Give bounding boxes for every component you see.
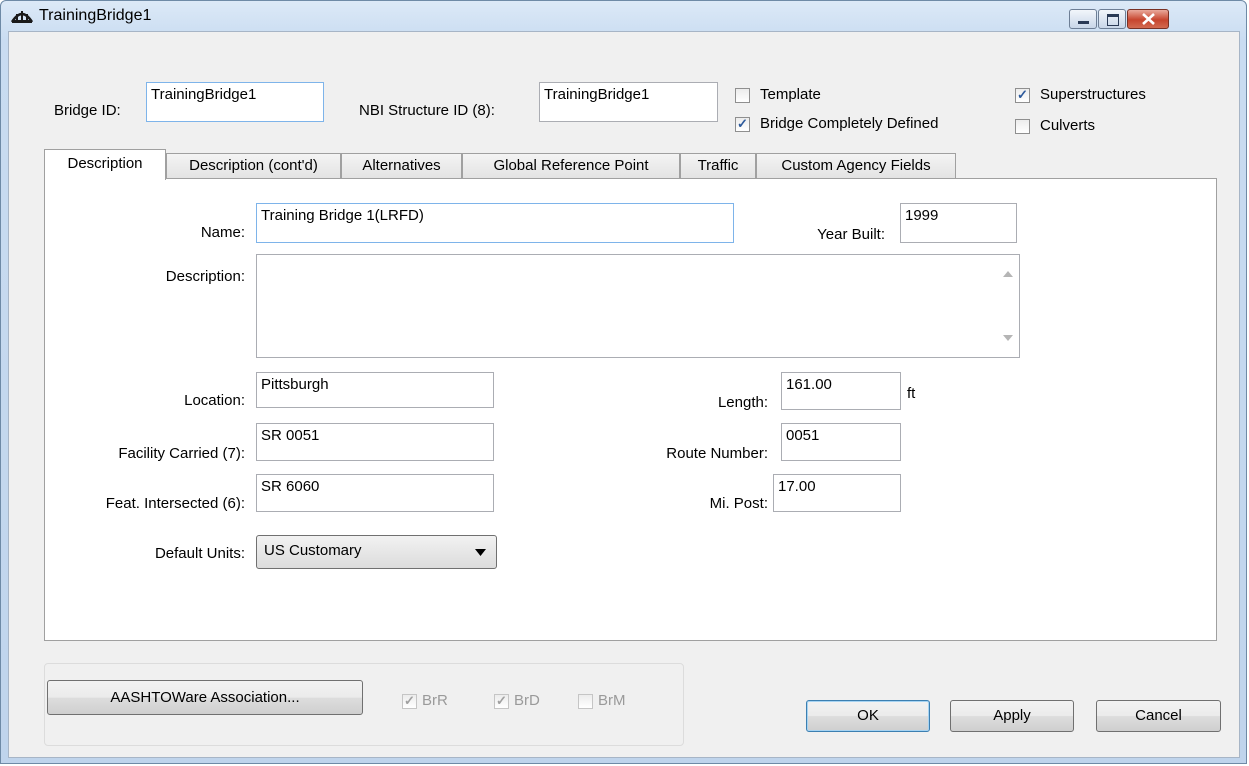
bridge-id-input[interactable]: TrainingBridge1 [146, 82, 324, 122]
aashtoware-association-button[interactable]: AASHTOWare Association... [47, 680, 363, 715]
checkmark-icon: ✓ [404, 693, 415, 708]
superstructures-label: Superstructures [1040, 86, 1146, 103]
minimize-button[interactable] [1069, 9, 1097, 29]
checkmark-icon: ✓ [1017, 87, 1028, 102]
chevron-down-icon [475, 549, 486, 556]
close-button[interactable] [1127, 9, 1169, 29]
maximize-icon [1107, 14, 1119, 26]
superstructures-checkbox[interactable]: ✓ [1015, 87, 1030, 103]
mi-post-input[interactable]: 17.00 [773, 474, 901, 512]
cancel-button[interactable]: Cancel [1096, 700, 1221, 732]
brd-checkbox[interactable]: ✓ [494, 693, 509, 709]
brr-label: BrR [422, 692, 448, 709]
nbi-structure-id-label: NBI Structure ID (8): [359, 102, 495, 119]
checkmark-icon: ✓ [496, 693, 507, 708]
tab-panel-description [44, 178, 1217, 641]
tab-custom-agency-fields[interactable]: Custom Agency Fields [756, 153, 956, 178]
route-number-input[interactable]: 0051 [781, 423, 901, 461]
tab-traffic[interactable]: Traffic [680, 153, 756, 178]
bridge-app-icon [11, 11, 33, 23]
bridge-completely-defined-label: Bridge Completely Defined [760, 115, 939, 132]
scroll-down-icon [1003, 335, 1013, 341]
apply-button[interactable]: Apply [950, 700, 1074, 732]
checkmark-icon: ✓ [737, 116, 748, 131]
facility-carried-input[interactable]: SR 0051 [256, 423, 494, 461]
feat-intersected-label: Feat. Intersected (6): [105, 495, 245, 512]
description-label: Description: [165, 268, 245, 285]
description-textarea[interactable] [256, 254, 1020, 358]
maximize-button[interactable] [1098, 9, 1126, 29]
bridge-completely-defined-checkbox[interactable]: ✓ [735, 116, 750, 132]
facility-carried-label: Facility Carried (7): [118, 445, 245, 462]
length-input[interactable]: 161.00 [781, 372, 901, 410]
location-input[interactable]: Pittsburgh [256, 372, 494, 408]
bridge-id-label: Bridge ID: [54, 102, 121, 119]
tab-alternatives[interactable]: Alternatives [341, 153, 462, 178]
length-unit-label: ft [907, 385, 916, 402]
length-label: Length: [717, 394, 768, 411]
year-built-input[interactable]: 1999 [900, 203, 1017, 243]
close-icon [1142, 13, 1155, 25]
culverts-label: Culverts [1040, 117, 1096, 134]
tab-global-reference-point[interactable]: Global Reference Point [462, 153, 680, 178]
route-number-label: Route Number: [666, 445, 768, 462]
tab-description-contd[interactable]: Description (cont'd) [166, 153, 341, 178]
culverts-checkbox[interactable] [1015, 119, 1030, 134]
default-units-label: Default Units: [154, 545, 245, 562]
nbi-structure-id-input[interactable]: TrainingBridge1 [539, 82, 718, 122]
name-label: Name: [200, 224, 245, 241]
brr-checkbox[interactable]: ✓ [402, 693, 417, 709]
default-units-select[interactable]: US Customary [256, 535, 497, 569]
default-units-value: US Customary [264, 542, 362, 559]
location-label: Location: [184, 392, 245, 409]
scroll-up-icon [1003, 271, 1013, 277]
template-label: Template [760, 86, 821, 103]
minimize-icon [1078, 21, 1089, 24]
mi-post-label: Mi. Post: [709, 495, 768, 512]
template-checkbox[interactable] [735, 88, 750, 103]
title-bar[interactable]: TrainingBridge1 [1, 1, 1246, 31]
feat-intersected-input[interactable]: SR 6060 [256, 474, 494, 512]
window-title: TrainingBridge1 [39, 7, 152, 24]
brm-checkbox[interactable] [578, 694, 593, 709]
description-scrollbar[interactable] [997, 255, 1019, 357]
ok-button[interactable]: OK [806, 700, 930, 732]
brm-label: BrM [598, 692, 626, 709]
brd-label: BrD [514, 692, 540, 709]
tab-description[interactable]: Description [44, 149, 166, 180]
year-built-label: Year Built: [817, 226, 885, 243]
name-input[interactable]: Training Bridge 1(LRFD) [256, 203, 734, 243]
